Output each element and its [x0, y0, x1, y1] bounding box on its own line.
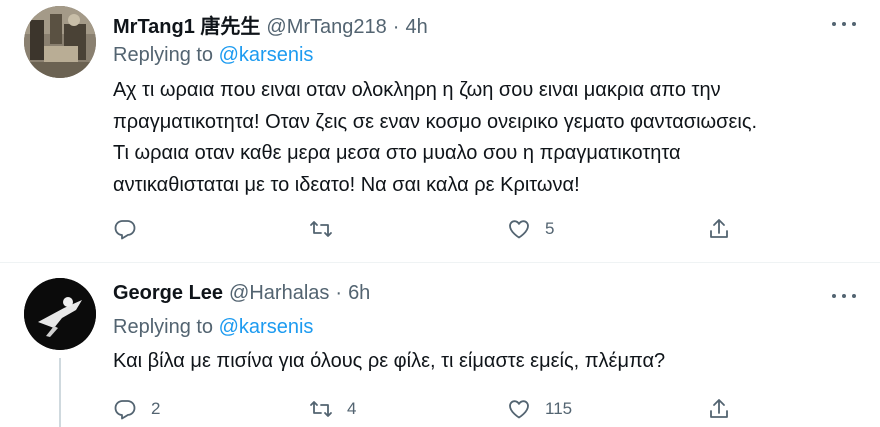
retweet-button[interactable]: 4 [309, 394, 356, 424]
share-button[interactable] [707, 214, 731, 244]
share-icon [710, 399, 728, 418]
tweet-text-line: Τι ωραια οταν καθε μερα μεσα στο μυαλο σ… [113, 142, 681, 164]
replying-prefix: Replying to [113, 316, 214, 338]
reply-icon [114, 220, 136, 240]
reply-button[interactable] [113, 214, 151, 244]
avatar-photo [24, 278, 96, 350]
like-button[interactable]: 5 [507, 214, 554, 244]
timestamp[interactable]: 4h [405, 16, 427, 39]
tweet-actions: 5 [113, 214, 753, 244]
retweet-count: 4 [347, 399, 357, 418]
reply-icon [114, 400, 136, 420]
share-icon [710, 219, 728, 238]
timestamp[interactable]: 6h [348, 282, 370, 305]
like-button[interactable]: 115 [507, 394, 572, 424]
separator-dot: · [335, 282, 343, 304]
mention-link[interactable]: @karsenis [219, 44, 314, 66]
more-options-icon[interactable] [830, 286, 858, 306]
tweet-text-line: πραγματικοτητα! Οταν ζεις σε εναν κοσμο … [113, 110, 758, 133]
like-count: 115 [545, 399, 573, 418]
display-name[interactable]: MrTang1 唐先生 [113, 10, 260, 39]
user-handle[interactable]: @Harhalas [229, 282, 329, 305]
tweet-actions: 2 4 115 [113, 394, 753, 424]
tweet-text-line: Και βίλα με πισίνα για όλους ρε φίλε, τι… [113, 350, 666, 372]
tweet-text: Και βίλα με πισίνα για όλους ρε φίλε, τι… [113, 346, 873, 378]
tweet-header: MrTang1 唐先生 @MrTang218 · 4h [113, 10, 428, 39]
mention-link[interactable]: @karsenis [219, 316, 314, 338]
avatar-photo [24, 6, 96, 78]
replying-to: Replying to @karsenis [113, 44, 313, 67]
tweet-text-line: Αχ τι ωραια που ειναι οταν ολοκληρη η ζω… [113, 79, 721, 101]
separator-dot: · [392, 16, 400, 38]
tweet-text-line: αντικαθισταται με το ιδεατο! Να σαι καλα… [113, 173, 580, 196]
retweet-button[interactable] [309, 214, 347, 244]
replying-to: Replying to @karsenis [113, 316, 313, 339]
like-count: 5 [545, 219, 555, 238]
tweet[interactable]: George Lee @Harhalas · 6h Replying to @k… [0, 262, 880, 427]
user-handle[interactable]: @MrTang218 [266, 16, 386, 39]
heart-icon [509, 220, 529, 239]
display-name[interactable]: George Lee [113, 282, 223, 305]
share-button[interactable] [707, 394, 731, 424]
reply-button[interactable]: 2 [113, 394, 160, 424]
tweet-text: Αχ τι ωραια που ειναι οταν ολοκληρη η ζω… [113, 75, 873, 201]
replying-prefix: Replying to [113, 44, 214, 66]
thread-line [59, 358, 61, 427]
reply-count: 2 [151, 399, 161, 418]
retweet-icon [310, 401, 332, 417]
tweet[interactable]: MrTang1 唐先生 @MrTang218 · 4h Replying to … [0, 0, 880, 262]
more-options-icon[interactable] [830, 14, 858, 34]
retweet-icon [310, 221, 332, 237]
avatar[interactable] [24, 6, 96, 78]
heart-icon [509, 400, 529, 419]
avatar[interactable] [24, 278, 96, 350]
tweet-header: George Lee @Harhalas · 6h [113, 282, 370, 308]
